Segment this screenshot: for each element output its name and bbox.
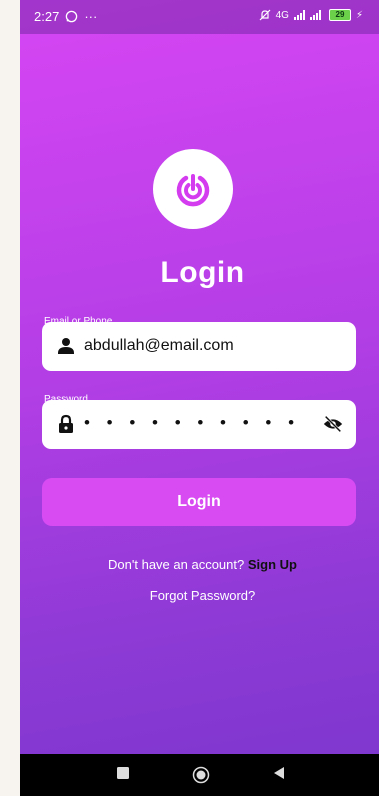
charging-icon: ⚡ [355,9,363,21]
status-extras: ··· [84,9,98,24]
phone-screen: 2:27 ··· 4G 29 ⚡ Login Email or Phone ab… [20,0,379,796]
email-field-label: Email or Phone [42,316,115,327]
login-button[interactable]: Login [42,478,356,526]
forgot-password-link[interactable]: Forgot Password? [20,588,379,603]
whatsapp-icon [66,10,78,23]
password-input[interactable]: • • • • • • • • • • [84,413,300,433]
status-left: 2:27 ··· [34,9,97,24]
status-time: 2:27 [34,9,60,24]
no-account-text: Don't have an account? [108,557,245,572]
app-logo [153,149,233,229]
circle-icon[interactable] [192,766,210,784]
app-logo-icon [176,174,210,207]
status-bar: 2:27 ··· 4G 29 ⚡ [20,0,379,34]
page-title: Login [160,256,245,289]
password-field[interactable]: Password • • • • • • • • • • [42,394,356,449]
lock-icon [59,414,73,433]
email-field[interactable]: Email or Phone abdullah@email.com [42,316,356,371]
back-triangle-icon[interactable] [272,766,286,780]
square-icon[interactable] [116,766,130,780]
navigation-bar [20,754,379,796]
network-type: 4G [275,9,289,21]
signup-link[interactable]: Sign Up [248,557,297,572]
status-right: 4G 29 ⚡ [259,9,363,21]
mute-icon [259,9,271,21]
signup-row: Don't have an account? Sign Up [20,557,379,572]
eye-off-icon[interactable] [322,414,344,434]
user-icon [58,338,74,354]
battery-icon: 29 [328,9,351,21]
signal-icon [293,10,321,20]
email-input[interactable]: abdullah@email.com [84,337,234,355]
password-field-label: Password [42,394,90,405]
